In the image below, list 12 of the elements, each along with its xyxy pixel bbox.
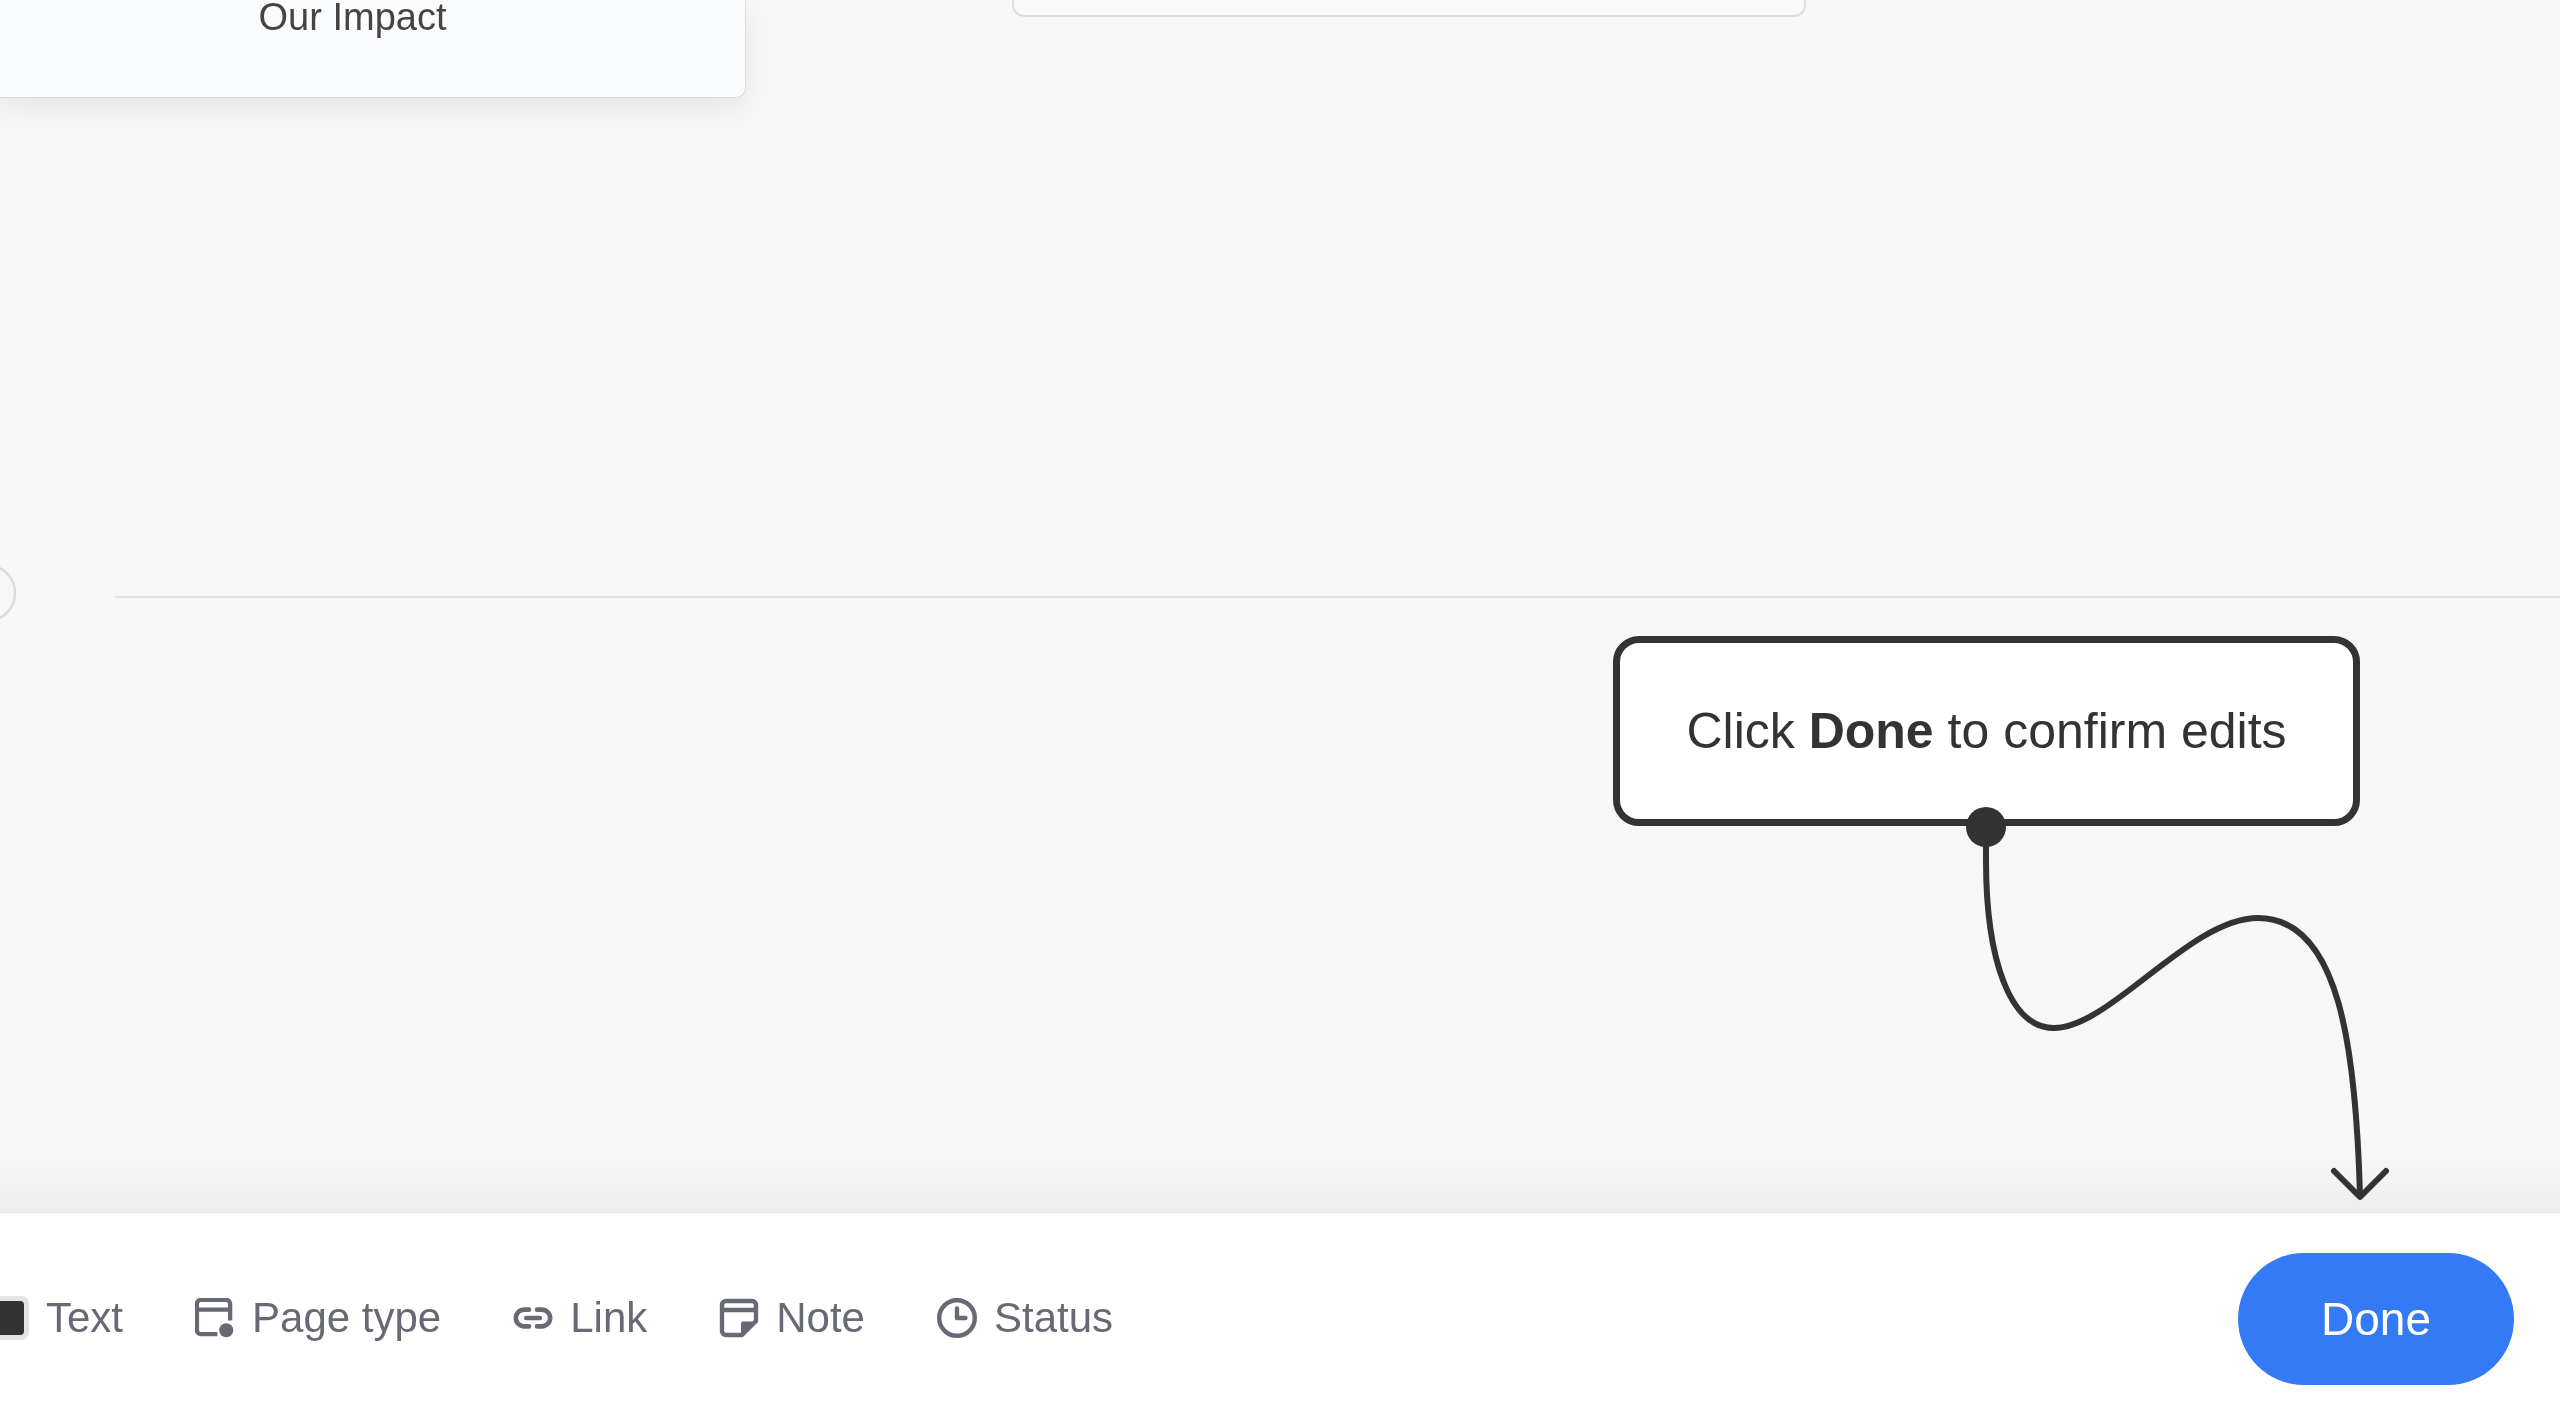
- clock-icon: [936, 1298, 977, 1339]
- link-icon: [513, 1307, 554, 1330]
- hint-text: Click Done to confirm edits: [1686, 702, 2287, 761]
- page-title: Our Impact: [258, 0, 447, 40]
- page-type-button[interactable]: Page type: [195, 1293, 442, 1344]
- sticky-note-icon: [719, 1298, 760, 1339]
- text-button[interactable]: Text: [0, 1293, 124, 1344]
- status-button[interactable]: Status: [936, 1293, 1114, 1344]
- note-button[interactable]: Note: [719, 1293, 865, 1344]
- done-button[interactable]: Done: [2238, 1252, 2514, 1385]
- page-layout-icon: [195, 1298, 236, 1339]
- link-button[interactable]: Link: [513, 1293, 648, 1344]
